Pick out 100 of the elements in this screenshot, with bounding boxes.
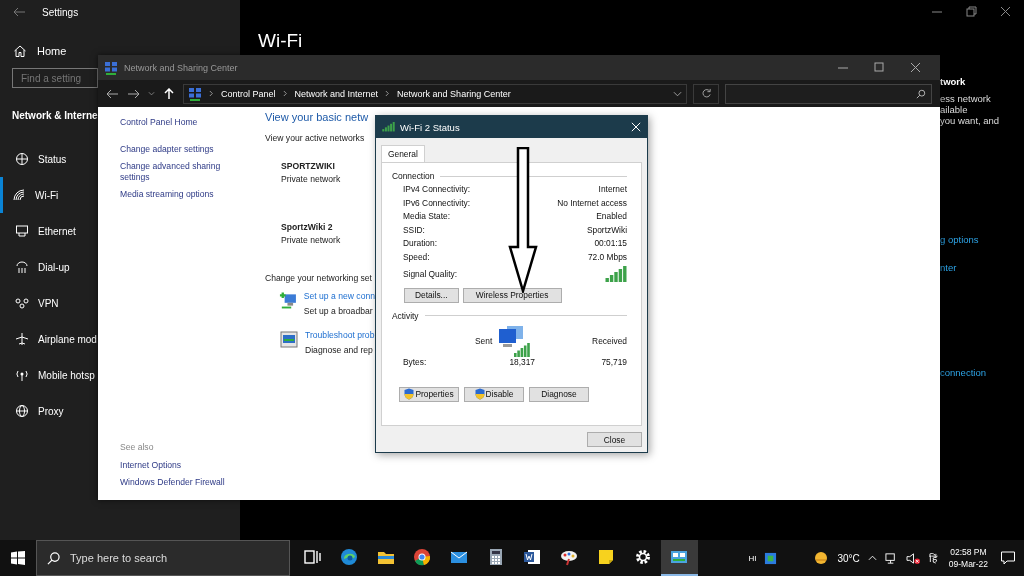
computers-drawing xyxy=(497,324,531,357)
back-arrow-icon[interactable] xyxy=(12,7,26,17)
taskbar-search-box[interactable]: Type here to search xyxy=(36,540,290,576)
close-button[interactable]: Close xyxy=(587,432,642,447)
network-category: Private network xyxy=(281,174,342,184)
breadcrumb-item[interactable]: Network and Internet xyxy=(294,88,379,99)
ethernet-icon xyxy=(15,224,29,238)
chevron-icon xyxy=(282,90,288,97)
network-category: Private network xyxy=(281,235,342,245)
sidebar-link[interactable]: Control Panel Home xyxy=(120,117,238,128)
network-icon xyxy=(188,86,202,101)
wifi-icon xyxy=(12,188,26,202)
dialog-button[interactable]: Details... xyxy=(404,287,459,303)
search-icon xyxy=(47,551,60,565)
dialog-button[interactable]: Diagnose xyxy=(529,386,589,402)
hotspot-icon xyxy=(15,368,29,382)
windows-logo-icon[interactable] xyxy=(11,551,25,565)
search-field[interactable] xyxy=(725,83,932,104)
field-value: No Internet access xyxy=(557,197,627,208)
computer-plus-icon xyxy=(279,291,298,309)
group-heading: Activity xyxy=(392,310,419,321)
sidebar-link[interactable]: Change adapter settings xyxy=(120,144,238,155)
breadcrumb-item[interactable]: Control Panel xyxy=(221,88,276,99)
refresh-icon xyxy=(700,88,712,99)
notification-icon[interactable] xyxy=(1000,550,1016,566)
close-icon[interactable] xyxy=(631,122,641,132)
back-arrow-icon[interactable] xyxy=(104,87,120,100)
chevron-up-icon[interactable] xyxy=(867,555,877,561)
search-field[interactable]: Find a setting xyxy=(12,68,98,88)
settings-link[interactable]: g options xyxy=(940,234,1000,245)
dialup-icon xyxy=(15,260,29,274)
section-title: Network & Interne xyxy=(12,110,98,121)
chevron-icon xyxy=(385,90,391,97)
nav-item[interactable]: Dial-up xyxy=(0,249,98,285)
section-heading: twork xyxy=(940,76,967,87)
dialog-button[interactable]: Wireless Properties xyxy=(462,287,562,303)
task-link[interactable]: Troubleshoot prob xyxy=(305,330,375,340)
page-heading: View your basic netw xyxy=(265,111,370,123)
taskbar-app[interactable] xyxy=(660,540,698,576)
window-title: Settings xyxy=(42,6,79,18)
weather-sun-icon[interactable] xyxy=(813,550,830,566)
refresh-button[interactable] xyxy=(693,83,719,104)
received-label: Received xyxy=(591,335,627,346)
field-value: SportzWiki xyxy=(586,224,627,235)
speaker-muted-icon[interactable] xyxy=(905,551,921,565)
task-description: Diagnose and rep xyxy=(305,345,374,355)
temperature[interactable]: 30°C xyxy=(837,552,860,564)
dialog-button[interactable]: Disable xyxy=(464,386,524,402)
field-label: Duration: xyxy=(403,238,437,248)
task-link[interactable]: Set up a new conn xyxy=(303,291,375,301)
clock[interactable]: 02:58 PM 09-Mar-22 xyxy=(948,546,988,570)
search-input[interactable]: Type here to search xyxy=(68,551,272,565)
nav-item[interactable]: Ethernet xyxy=(0,213,98,249)
field-value: 72.0 Mbps xyxy=(587,251,627,262)
sidebar-link[interactable]: Media streaming options xyxy=(120,189,238,200)
chevron-icon xyxy=(209,90,214,97)
sent-label: Sent xyxy=(475,335,494,346)
description-text: ailable xyxy=(940,104,969,115)
see-also-heading: See also xyxy=(120,442,155,452)
nav-item[interactable]: Proxy xyxy=(0,393,98,429)
description-text: ess network xyxy=(940,93,992,104)
dropdown-icon[interactable] xyxy=(673,90,682,97)
proxy-icon xyxy=(15,404,29,418)
settings-link[interactable]: connection xyxy=(940,367,1000,378)
input-indicator[interactable]: HI xyxy=(748,553,757,563)
field-value: Enabled xyxy=(596,211,627,221)
tab[interactable]: General xyxy=(381,145,425,162)
network-icon[interactable] xyxy=(884,551,898,565)
nav-item[interactable]: Mobile hotsp xyxy=(0,357,98,393)
sidebar-link[interactable]: Internet Options xyxy=(120,460,238,471)
section-label: Change your networking set xyxy=(265,273,373,283)
field-label: IPv4 Connectivity: xyxy=(403,184,471,194)
field-label: Media State: xyxy=(403,211,451,221)
nav-item[interactable]: VPN xyxy=(0,285,98,321)
page-heading: Wi-Fi xyxy=(258,30,303,52)
sidebar-link[interactable]: Windows Defender Firewall xyxy=(120,477,238,488)
breadcrumb-item[interactable]: Network and Sharing Center xyxy=(397,88,511,99)
nav-item[interactable]: Airplane mod xyxy=(0,321,98,357)
field-label: SSID: xyxy=(403,224,425,235)
signal-icon xyxy=(382,122,395,132)
group-heading: Connection xyxy=(392,171,435,181)
status-icon xyxy=(15,152,29,166)
sidebar-link[interactable]: Change advanced sharing settings xyxy=(120,161,238,183)
section-label: View your active networks xyxy=(265,133,366,143)
field-label: IPv6 Connectivity: xyxy=(403,197,471,208)
field-value: Internet xyxy=(598,184,627,194)
network-name: SportzWiki 2 xyxy=(281,222,334,232)
airplane-icon xyxy=(15,332,29,346)
field-label: Signal Quality: xyxy=(403,268,457,279)
forward-arrow-icon[interactable] xyxy=(126,87,142,100)
address-bar[interactable]: Control Panel Network and Internet Network and Sharing Center xyxy=(183,83,687,104)
window-icon xyxy=(104,60,118,75)
vpn-icon xyxy=(15,296,29,310)
settings-link[interactable]: nter xyxy=(940,262,1000,273)
description-text: you want, and xyxy=(940,115,1000,126)
language-indicator[interactable]: हिं xyxy=(928,551,937,565)
dialog-button[interactable]: Properties xyxy=(399,386,459,402)
task-description: Set up a broadbar xyxy=(303,306,374,316)
home-item[interactable]: Home xyxy=(0,24,240,58)
nav-item[interactable]: Status xyxy=(0,141,98,177)
